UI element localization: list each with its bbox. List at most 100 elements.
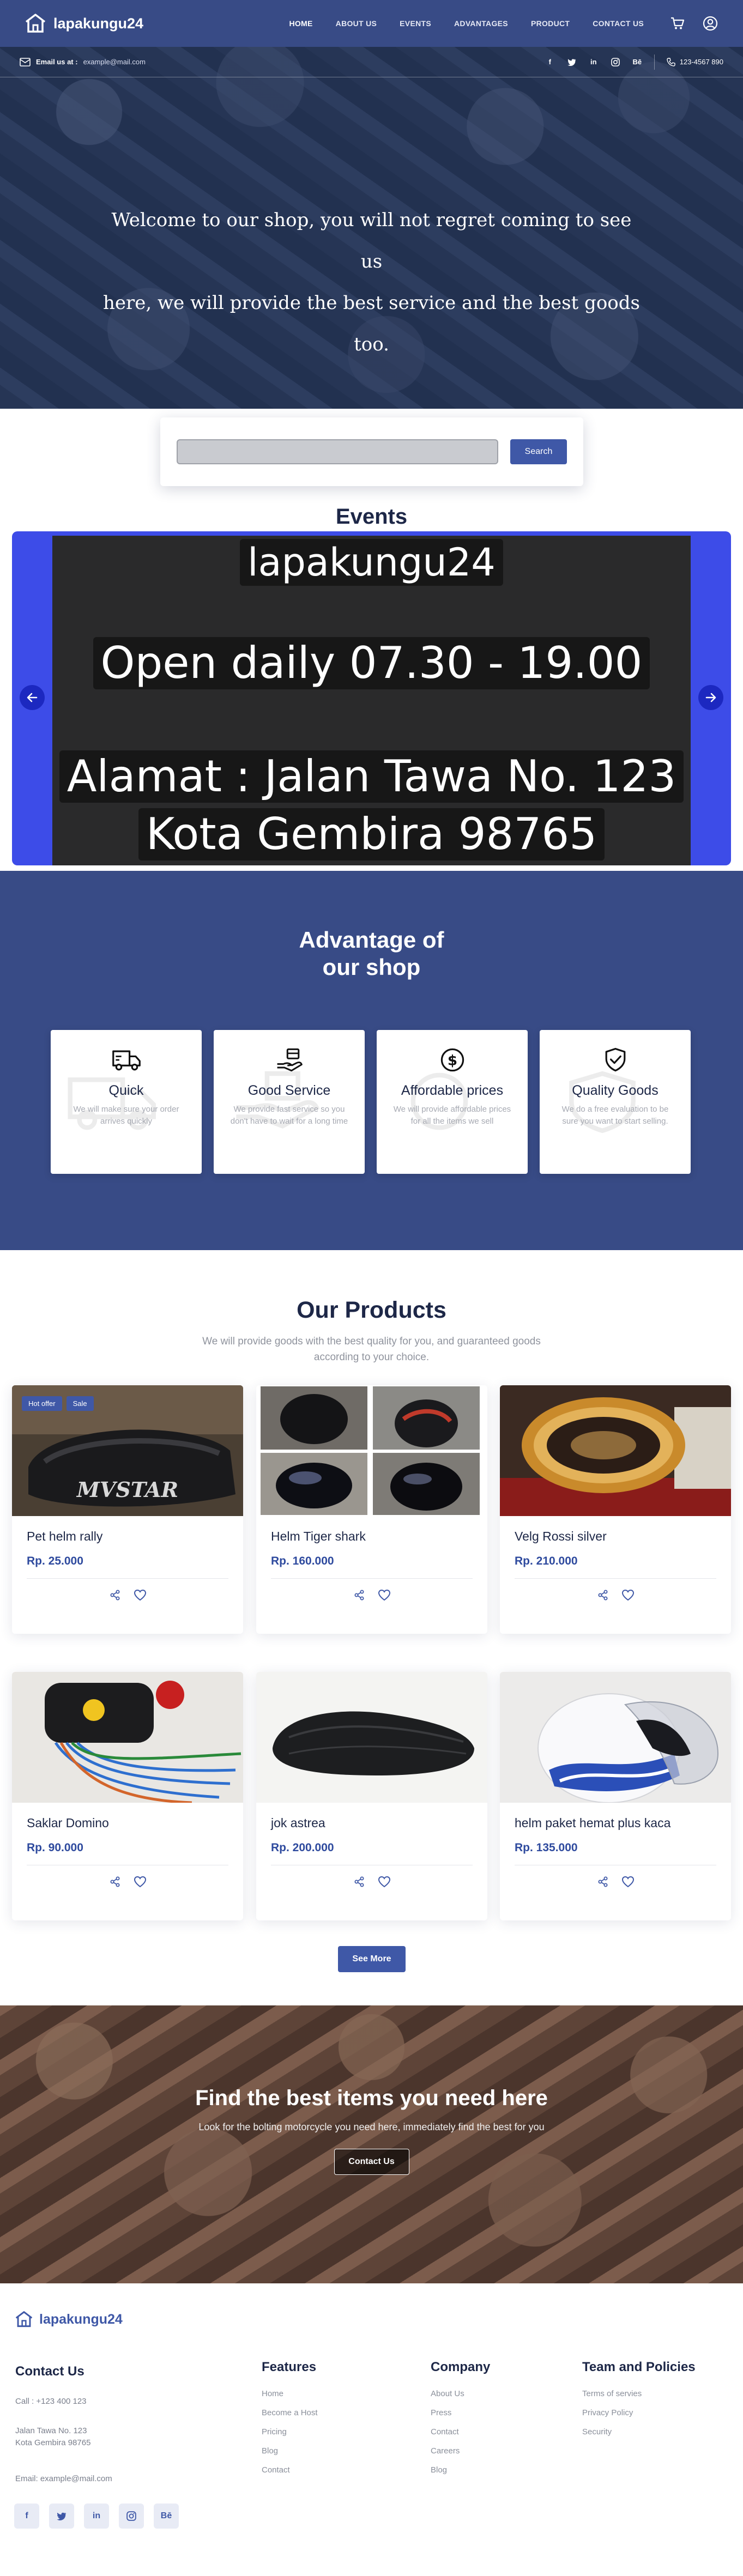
house-logo-icon [15,2311,33,2328]
product-name[interactable]: Saklar Domino [27,1816,109,1831]
brand[interactable]: lapakungu24 [24,13,143,34]
product-image[interactable] [500,1385,731,1516]
cart-icon[interactable] [669,15,686,32]
footer-link-blog[interactable]: Blog [262,2446,318,2456]
product-price: Rp. 25.000 [27,1555,83,1567]
advantage-card-quick: Quick We will make sure your order arriv… [51,1030,202,1174]
nav-link-events[interactable]: EVENTS [400,19,431,28]
heart-icon[interactable] [620,1874,636,1890]
footer-call: Call : +123 400 123 [15,2397,87,2406]
share-icon[interactable] [351,1587,367,1603]
product-card[interactable]: MVSTAR Hot offer Sale Pet helm rally Rp.… [12,1385,243,1634]
linkedin-icon[interactable]: in [589,57,599,67]
product-actions [12,1874,243,1890]
footer-link-press[interactable]: Press [431,2408,490,2417]
nav-link-contact-us[interactable]: CONTACT US [593,19,644,28]
instagram-icon[interactable] [611,57,620,67]
nav-link-advantages[interactable]: ADVANTAGES [454,19,508,28]
product-name[interactable]: Velg Rossi silver [515,1529,607,1544]
nav-link-about-us[interactable]: ABOUT US [336,19,377,28]
footer-socials: f in Bē [14,2504,179,2529]
email-value[interactable]: example@mail.com [83,58,146,66]
hero-section: Email us at : example@mail.com f in Bē 1… [0,47,743,409]
phone-block[interactable]: 123-4567 890 [667,57,723,66]
product-price: Rp. 135.000 [515,1841,578,1854]
instagram-icon[interactable] [119,2504,144,2529]
svg-text:$: $ [447,1052,457,1069]
product-image[interactable] [256,1385,487,1516]
footer-col-features: Features Home Become a Host Pricing Blog… [262,2360,318,2484]
heart-icon[interactable] [376,1874,392,1890]
search-button[interactable]: Search [510,439,567,464]
heart-icon[interactable] [620,1587,636,1603]
hand-service-icon [277,1048,303,1072]
carousel-prev-button[interactable] [20,685,45,710]
product-card[interactable]: Velg Rossi silver Rp. 210.000 [500,1385,731,1634]
share-icon[interactable] [351,1874,367,1890]
footer-col-title: Team and Policies [582,2360,696,2374]
footer-link-become-a-host[interactable]: Become a Host [262,2408,318,2417]
products-title: Our Products [297,1297,446,1323]
phone-icon [667,57,675,66]
dollar-icon: $ [440,1048,464,1072]
product-card[interactable]: jok astrea Rp. 200.000 [256,1672,487,1920]
slide-line-hours-wrap: Open daily 07.30 - 19.00 [52,637,691,689]
behance-icon[interactable]: Bē [154,2504,179,2529]
nav-link-product[interactable]: PRODUCT [531,19,570,28]
footer-link-careers[interactable]: Careers [431,2446,490,2456]
footer-link-security[interactable]: Security [582,2427,696,2436]
footer-col-title: Company [431,2360,491,2374]
product-image[interactable] [500,1672,731,1803]
user-icon[interactable] [702,15,719,32]
heart-icon[interactable] [132,1587,148,1603]
footer-email[interactable]: Email: example@mail.com [15,2473,212,2485]
share-icon[interactable] [107,1874,123,1890]
product-name[interactable]: jok astrea [271,1816,325,1831]
facebook-icon[interactable]: f [14,2504,39,2529]
product-card[interactable]: Saklar Domino Rp. 90.000 [12,1672,243,1920]
heart-icon[interactable] [132,1874,148,1890]
product-card[interactable]: helm paket hemat plus kaca Rp. 135.000 [500,1672,731,1920]
footer-link-pricing[interactable]: Pricing [262,2427,318,2436]
share-icon[interactable] [107,1587,123,1603]
advantages-title: Advantage of our shop [0,926,743,981]
product-image[interactable] [256,1672,487,1803]
share-icon[interactable] [595,1874,611,1890]
footer-link-contact[interactable]: Contact [262,2465,318,2475]
footer-link-blog[interactable]: Blog [431,2465,490,2475]
footer-link-contact[interactable]: Contact [431,2427,490,2436]
hero-welcome-text: Welcome to our shop, you will not regret… [98,199,645,365]
see-more-button[interactable]: See More [338,1946,406,1972]
slide-line-hours: Open daily 07.30 - 19.00 [93,637,650,689]
footer-brand[interactable]: lapakungu24 [14,2311,123,2328]
topbar-divider [654,54,655,70]
product-photo-seat [256,1672,487,1803]
product-actions [500,1587,731,1603]
nav-link-home[interactable]: HOME [289,19,312,28]
email-block: Email us at : example@mail.com [20,57,146,66]
contact-us-button[interactable]: Contact Us [334,2149,409,2175]
footer-col-company: Company About Us Press Contact Careers B… [431,2360,490,2484]
slide-line-city-wrap: Kota Gembira 98765 [52,808,691,860]
footer-link-privacy[interactable]: Privacy Policy [582,2408,696,2417]
product-card[interactable]: Helm Tiger shark Rp. 160.000 [256,1385,487,1634]
facebook-icon[interactable]: f [545,57,555,67]
product-name[interactable]: helm paket hemat plus kaca [515,1816,670,1831]
footer-link-home[interactable]: Home [262,2389,318,2398]
footer-link-terms[interactable]: Terms of servies [582,2389,696,2398]
behance-icon[interactable]: Bē [632,57,642,67]
heart-icon[interactable] [376,1587,392,1603]
product-image[interactable] [12,1672,243,1803]
advantage-card-good-service: Good Service We provide fast service so … [214,1030,365,1174]
product-name[interactable]: Pet helm rally [27,1529,102,1544]
footer-link-about-us[interactable]: About Us [431,2389,490,2398]
product-name[interactable]: Helm Tiger shark [271,1529,366,1544]
twitter-icon[interactable] [49,2504,74,2529]
product-price: Rp. 210.000 [515,1555,578,1567]
search-input[interactable] [177,439,498,464]
linkedin-icon[interactable]: in [84,2504,109,2529]
share-icon[interactable] [595,1587,611,1603]
advantage-card-affordable-prices: $ Affordable prices We will provide affo… [377,1030,528,1174]
twitter-icon[interactable] [567,57,577,67]
carousel-next-button[interactable] [698,685,723,710]
